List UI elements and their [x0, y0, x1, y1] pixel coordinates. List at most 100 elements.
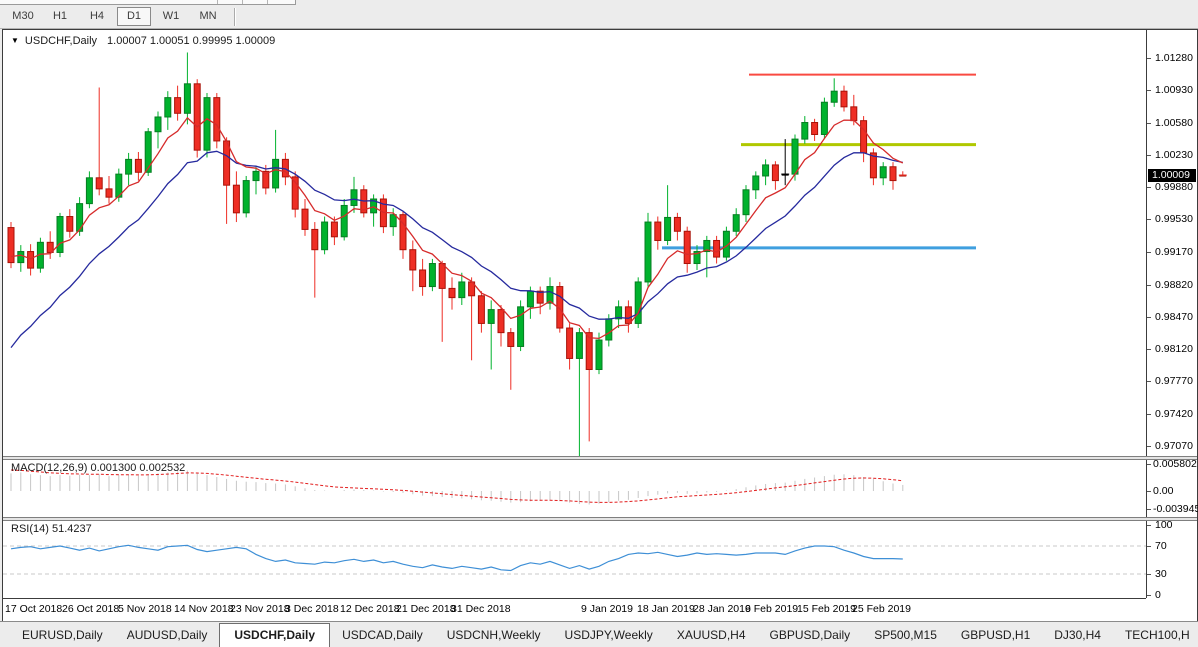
date-axis[interactable]: 17 Oct 201826 Oct 20185 Nov 201814 Nov 2… [3, 598, 1146, 621]
ma-slow-line [11, 151, 903, 347]
candle-body [400, 215, 406, 250]
timeframe-button-d1[interactable]: D1 [117, 7, 151, 26]
candle-body [802, 123, 808, 140]
candle-body [861, 121, 867, 153]
price-axis-tick [1147, 349, 1151, 350]
price-axis-tick [1147, 219, 1151, 220]
macd-axis-label: -0.003945 [1153, 503, 1198, 515]
candle-body [86, 178, 92, 204]
macd-axis-tick [1147, 509, 1151, 510]
date-axis-label: 23 Nov 2018 [230, 603, 290, 615]
date-axis-label: 26 Oct 2018 [62, 603, 119, 615]
candle-body [165, 98, 171, 117]
panel-splitter[interactable] [3, 517, 1197, 521]
candle-body [733, 215, 739, 232]
candle-body [527, 291, 533, 307]
candle-body [518, 307, 524, 347]
candle-body [194, 84, 200, 150]
price-axis-tick [1147, 381, 1151, 382]
rsi-axis-tick [1147, 546, 1151, 547]
candle-body [224, 141, 230, 185]
candle-body [322, 222, 328, 250]
chart-tab-gbpusd[interactable]: GBPUSD,Daily [758, 624, 863, 647]
price-axis-tick [1147, 187, 1151, 188]
candle-body [714, 240, 720, 257]
chart-tab-usdjpy[interactable]: USDJPY,Weekly [553, 624, 665, 647]
chart-collapse-icon[interactable]: ▼ [11, 36, 19, 45]
candle-body [243, 181, 249, 213]
candle-body [214, 98, 220, 141]
rsi-panel[interactable]: RSI(14) 51.4237 [3, 521, 1146, 598]
candle-body [763, 165, 769, 176]
candle-body [841, 91, 847, 107]
chart-tab-xauusd[interactable]: XAUUSD,H4 [665, 624, 758, 647]
candle-body [772, 165, 778, 181]
candle-body [743, 190, 749, 215]
timeframe-button-h1[interactable]: H1 [43, 7, 77, 26]
price-axis-tick [1147, 58, 1151, 59]
candle-body [792, 139, 798, 174]
price-axis-label: 1.01280 [1155, 52, 1193, 64]
candle-body [273, 159, 279, 188]
price-axis-label: 0.97070 [1155, 440, 1193, 452]
candlestick-panel[interactable]: ▼USDCHF,Daily1.00007 1.00051 0.99995 1.0… [3, 30, 1146, 456]
timeframe-button-w1[interactable]: W1 [154, 7, 188, 26]
price-axis-tick [1147, 155, 1151, 156]
price-axis-label: 0.98820 [1155, 279, 1193, 291]
candle-body [880, 167, 886, 178]
candle-body [508, 333, 514, 347]
candle-body [821, 102, 827, 134]
date-axis-label: 6 Feb 2019 [745, 603, 798, 615]
candle-body [145, 132, 151, 173]
candle-body [175, 98, 181, 114]
date-axis-label: 15 Feb 2019 [797, 603, 856, 615]
price-axis-label: 1.00580 [1155, 117, 1193, 129]
candle-body [674, 217, 680, 231]
timeframe-button-mn[interactable]: MN [191, 7, 225, 26]
macd-panel[interactable]: MACD(12,26,9) 0.001300 0.002532 [3, 460, 1146, 517]
candle-body [665, 217, 671, 240]
price-axis[interactable]: 1.012801.009301.005801.002300.998800.995… [1147, 30, 1197, 598]
candle-body [606, 319, 612, 340]
timeframe-button-m30[interactable]: M30 [6, 7, 40, 26]
toolbar-tick [217, 0, 218, 4]
chart-tab-tech100[interactable]: TECH100,H [1113, 624, 1198, 647]
price-axis-label: 0.97420 [1155, 408, 1193, 420]
candle-body [635, 282, 641, 323]
axis-divider [1146, 30, 1147, 598]
candle-body [67, 217, 73, 232]
candle-body [449, 288, 455, 297]
price-axis-label: 0.99880 [1155, 181, 1193, 193]
chart-tab-eurusd[interactable]: EURUSD,Daily [10, 624, 115, 647]
toolbar-tick [242, 0, 243, 4]
rsi-axis-label: 0 [1155, 589, 1161, 601]
candle-body [478, 296, 484, 324]
price-axis-label: 0.98120 [1155, 343, 1193, 355]
date-axis-label: 14 Nov 2018 [174, 603, 234, 615]
date-axis-label: 18 Jan 2019 [637, 603, 695, 615]
candle-body [106, 189, 112, 197]
candle-body [625, 307, 631, 324]
panel-splitter[interactable] [3, 456, 1197, 460]
chart-tab-dj30[interactable]: DJ30,H4 [1042, 624, 1113, 647]
timeframe-button-h4[interactable]: H4 [80, 7, 114, 26]
candle-body [390, 215, 396, 227]
chart-tab-audusd[interactable]: AUDUSD,Daily [115, 624, 220, 647]
current-price-badge: 1.00009 [1148, 169, 1196, 182]
chart-tab-usdcnh[interactable]: USDCNH,Weekly [435, 624, 553, 647]
candle-body [253, 171, 259, 180]
macd-axis-label: 0.00 [1153, 485, 1173, 497]
price-axis-label: 1.00230 [1155, 149, 1193, 161]
price-axis-tick [1147, 414, 1151, 415]
chart-tab-usdchf[interactable]: USDCHF,Daily [219, 623, 330, 647]
candle-body [341, 205, 347, 236]
chart-tab-usdcad[interactable]: USDCAD,Daily [330, 624, 435, 647]
price-axis-tick [1147, 446, 1151, 447]
chart-ohlc-values: 1.00007 1.00051 0.99995 1.00009 [107, 35, 275, 47]
candle-body [567, 328, 573, 358]
chart-tab-sp500[interactable]: SP500,M15 [862, 624, 949, 647]
candle-body [8, 228, 14, 263]
candle-body [96, 178, 102, 189]
date-axis-label: 25 Feb 2019 [852, 603, 911, 615]
chart-tab-gbpusd[interactable]: GBPUSD,H1 [949, 624, 1042, 647]
